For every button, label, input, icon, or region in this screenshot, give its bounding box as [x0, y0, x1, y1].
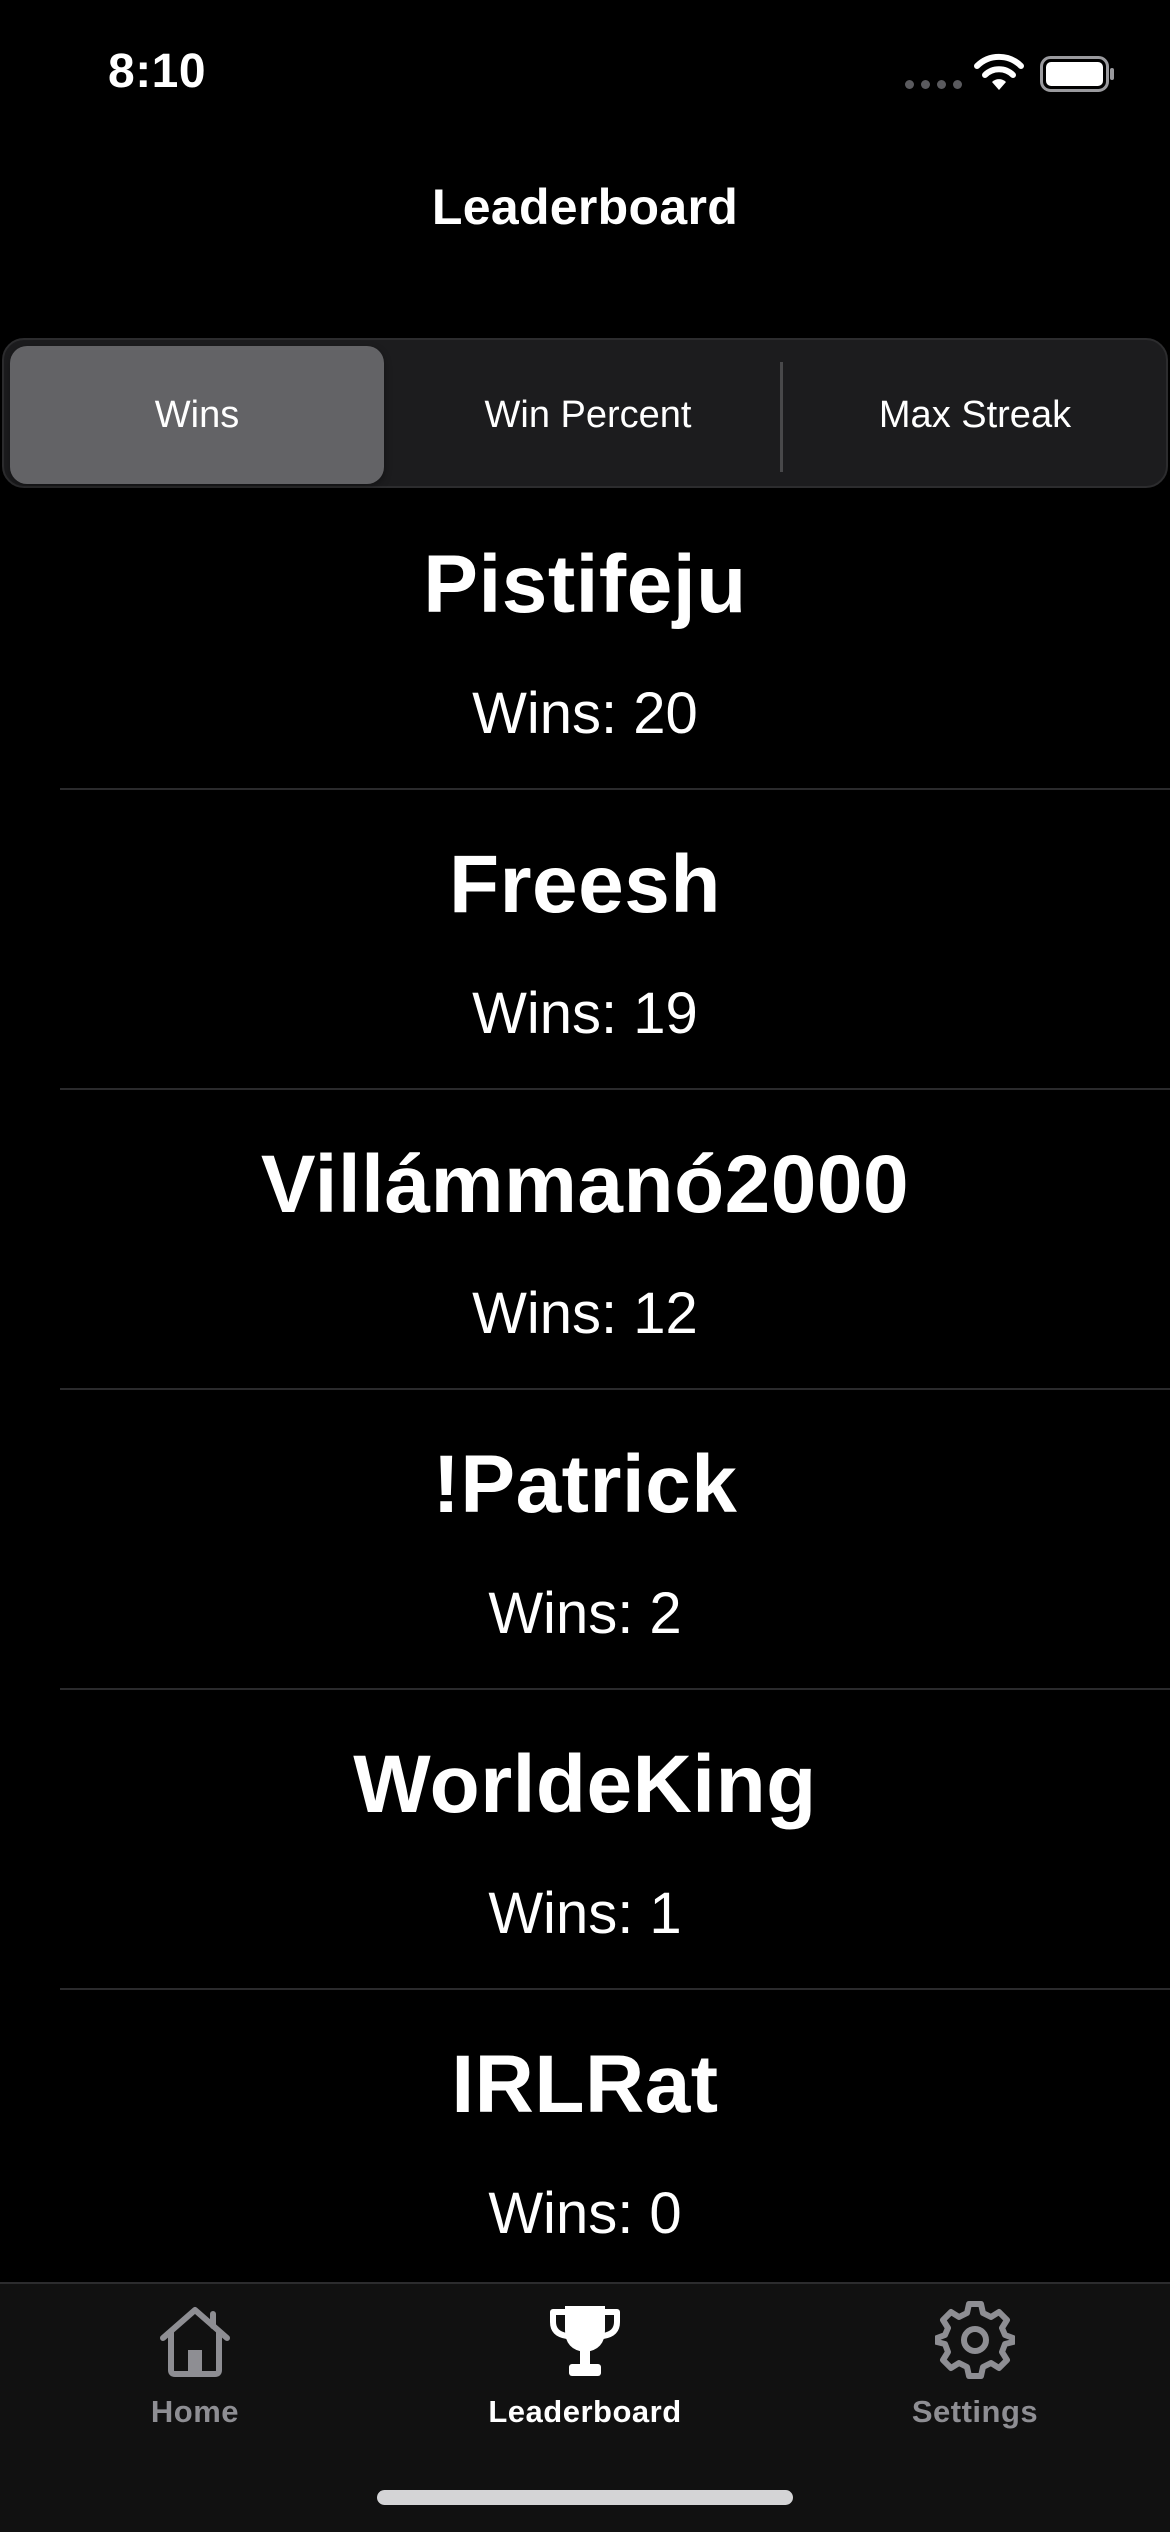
player-stat: Wins: 1: [488, 1881, 682, 1946]
segment-max-streak[interactable]: Max Streak: [784, 346, 1166, 484]
player-stat: Wins: 19: [472, 981, 698, 1046]
home-indicator: [377, 2490, 793, 2505]
player-name: WorldeKing: [353, 1739, 817, 1830]
player-name: Freesh: [449, 839, 721, 930]
list-item: !Patrick Wins: 2: [0, 1390, 1170, 1690]
player-stat: Wins: 12: [472, 1281, 698, 1346]
tab-leaderboard[interactable]: Leaderboard: [390, 2284, 780, 2444]
tab-settings-label: Settings: [911, 2394, 1039, 2429]
battery-icon: [1040, 56, 1114, 92]
tab-home-label: Home: [150, 2394, 240, 2429]
player-stat: Wins: 0: [488, 2181, 682, 2246]
wifi-icon: [974, 53, 1024, 90]
status-bar: 8:10: [0, 0, 1170, 140]
leaderboard-screen: 8:10 Leaderboard Wins Win Percent Max St…: [0, 0, 1170, 2532]
player-name: Villámmanó2000: [260, 1139, 910, 1230]
list-item: Freesh Wins: 19: [0, 790, 1170, 1090]
player-name: IRLRat: [451, 2039, 719, 2130]
leaderboard-list[interactable]: Pistifeju Wins: 20 Freesh Wins: 19 Villá…: [0, 490, 1170, 2290]
list-item: Pistifeju Wins: 20: [0, 490, 1170, 790]
tab-leaderboard-label: Leaderboard: [488, 2394, 682, 2429]
list-item: IRLRat Wins: 0: [0, 1990, 1170, 2290]
segment-win-percent[interactable]: Win Percent: [396, 346, 780, 484]
list-item: Villámmanó2000 Wins: 12: [0, 1090, 1170, 1390]
status-time: 8:10: [108, 45, 207, 98]
gear-icon: [935, 2301, 1015, 2379]
player-name: !Patrick: [432, 1439, 738, 1530]
page-title: Leaderboard: [431, 179, 739, 235]
trophy-icon: [550, 2306, 620, 2376]
player-stat: Wins: 20: [472, 681, 698, 746]
player-name: Pistifeju: [423, 539, 747, 630]
tab-home[interactable]: Home: [0, 2284, 390, 2444]
leaderboard-filter-segmented-control: Wins Win Percent Max Streak: [2, 338, 1168, 488]
segment-divider: [780, 362, 783, 472]
house-icon: [160, 2307, 230, 2377]
tab-settings[interactable]: Settings: [780, 2284, 1170, 2444]
player-stat: Wins: 2: [488, 1581, 682, 1646]
list-item: WorldeKing Wins: 1: [0, 1690, 1170, 1990]
cellular-signal-icon: [905, 80, 962, 89]
segment-wins[interactable]: Wins: [10, 346, 384, 484]
